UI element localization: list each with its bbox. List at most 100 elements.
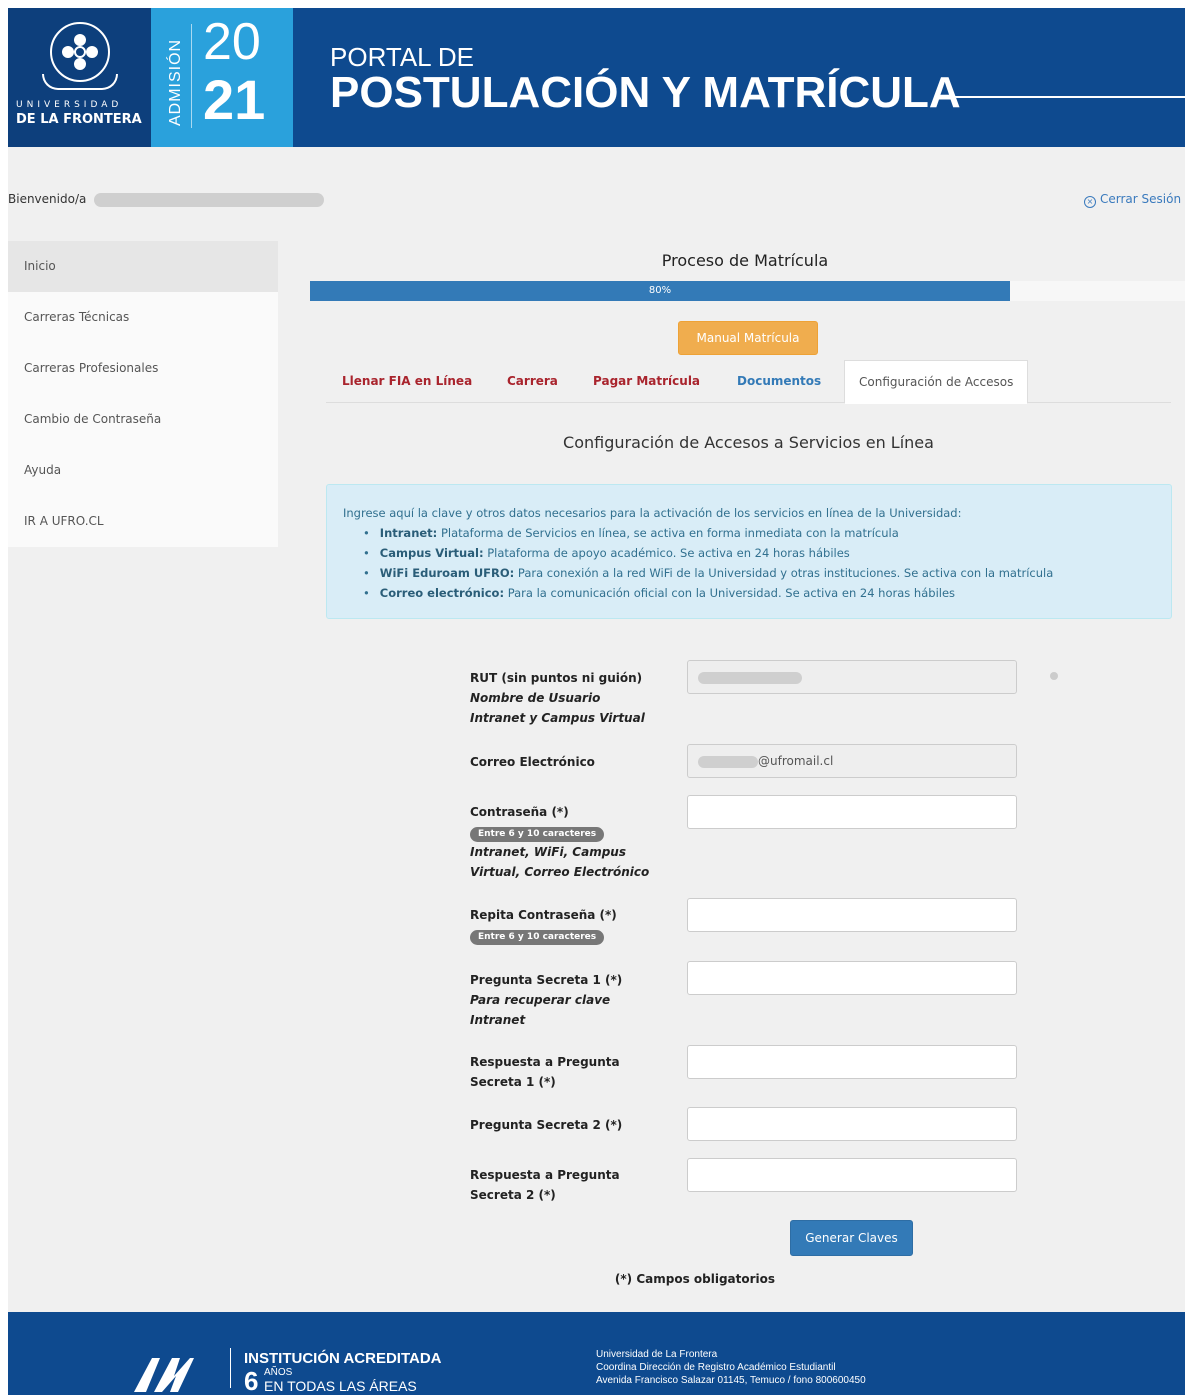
year-bottom: 21 xyxy=(203,68,266,131)
welcome-message: Bienvenido/a xyxy=(8,192,325,207)
redacted-rut xyxy=(698,671,802,684)
list-item: Intranet: Plataforma de Servicios en lín… xyxy=(363,523,1155,543)
redacted-email-user xyxy=(698,755,758,768)
logout-label: Cerrar Sesión xyxy=(1100,192,1182,206)
year-divider xyxy=(191,24,192,128)
title-rule xyxy=(944,96,1185,98)
university-seal-icon xyxy=(50,22,110,82)
info-list: Intranet: Plataforma de Servicios en lín… xyxy=(343,523,1155,603)
section-title: Configuración de Accesos a Servicios en … xyxy=(563,433,934,452)
address-line-1: Universidad de La Frontera xyxy=(596,1349,718,1360)
sidebar-item-ayuda[interactable]: Ayuda xyxy=(8,445,278,496)
accreditation-areas: EN TODAS LAS ÁREAS xyxy=(264,1378,417,1394)
password-length-badge: Entre 6 y 10 caracteres xyxy=(470,827,605,842)
university-name-top: UNIVERSIDAD xyxy=(16,100,123,110)
answer1-input[interactable] xyxy=(687,1045,1017,1079)
manual-matricula-button[interactable]: Manual Matrícula xyxy=(678,321,818,355)
sidebar-item-inicio[interactable]: Inicio xyxy=(8,241,278,292)
answer2-input[interactable] xyxy=(687,1158,1017,1192)
rut-label-text: RUT (sin puntos ni guión) xyxy=(470,671,643,685)
question2-input[interactable] xyxy=(687,1107,1017,1141)
welcome-label: Bienvenido/a xyxy=(8,192,87,206)
sidebar-item-cambio-contrasena[interactable]: Cambio de Contraseña xyxy=(8,394,278,445)
service-name: Intranet: xyxy=(379,526,438,540)
tab-documentos[interactable]: Documentos xyxy=(737,360,821,403)
sidebar-item-ir-ufro[interactable]: IR A UFRO.CL xyxy=(8,496,278,547)
email-input[interactable]: @ufromail.cl xyxy=(687,744,1017,778)
accreditation-title: INSTITUCIÓN ACREDITADA xyxy=(244,1350,442,1367)
answer1-label-2: Secreta 1 (*) xyxy=(470,1075,556,1089)
required-fields-note: (*) Campos obligatorios xyxy=(614,1272,776,1286)
password-repeat-label-text: Repita Contraseña (*) xyxy=(470,908,617,922)
service-desc: Para conexión a la red WiFi de la Univer… xyxy=(517,566,1054,580)
password-label-text: Contraseña (*) xyxy=(470,805,569,819)
progress-bar: 80% xyxy=(310,281,1185,301)
service-name: Campus Virtual: xyxy=(379,546,484,560)
address-line-3: Avenida Francisco Salazar 01145, Temuco … xyxy=(596,1375,866,1386)
rut-sub2: Intranet y Campus Virtual xyxy=(470,711,645,725)
rut-label: RUT (sin puntos ni guión) Nombre de Usua… xyxy=(470,668,670,728)
question1-sub1: Para recuperar clave xyxy=(470,993,611,1007)
answer1-label: Respuesta a Pregunta Secreta 1 (*) xyxy=(470,1052,670,1092)
info-dot-icon xyxy=(1050,672,1058,680)
service-desc: Plataforma de apoyo académico. Se activa… xyxy=(487,546,850,560)
seal-ribbon-icon xyxy=(42,74,118,90)
password-repeat-input[interactable] xyxy=(687,898,1017,932)
process-title: Proceso de Matrícula xyxy=(661,251,829,270)
tab-pagar-matricula[interactable]: Pagar Matrícula xyxy=(593,360,700,403)
password-repeat-label: Repita Contraseña (*) Entre 6 y 10 carac… xyxy=(470,905,670,945)
service-name: Correo electrónico: xyxy=(379,586,505,600)
password-sub2: Virtual, Correo Electrónico xyxy=(470,865,650,879)
question1-sub2: Intranet xyxy=(470,1013,526,1027)
answer1-label-1: Respuesta a Pregunta xyxy=(470,1055,620,1069)
answer2-label-2: Secreta 2 (*) xyxy=(470,1188,556,1202)
list-item: Correo electrónico: Para la comunicación… xyxy=(363,583,1155,603)
tab-configuracion-accesos[interactable]: Configuración de Accesos xyxy=(844,360,1029,404)
service-desc: Plataforma de Servicios en línea, se act… xyxy=(440,526,899,540)
sidebar-item-carreras-profesionales[interactable]: Carreras Profesionales xyxy=(8,343,278,394)
footer-divider xyxy=(230,1348,231,1388)
password-repeat-length-badge: Entre 6 y 10 caracteres xyxy=(470,930,605,945)
accreditation-years-number: 6 xyxy=(244,1366,259,1395)
answer2-label-1: Respuesta a Pregunta xyxy=(470,1168,620,1182)
tab-bar: Llenar FIA en Línea Carrera Pagar Matríc… xyxy=(326,360,1171,404)
list-item: WiFi Eduroam UFRO: Para conexión a la re… xyxy=(363,563,1155,583)
password-label: Contraseña (*) Entre 6 y 10 caracteres I… xyxy=(470,802,670,882)
university-name-bottom: DE LA FRONTERA xyxy=(16,112,142,127)
email-label: Correo Electrónico xyxy=(470,755,595,769)
admision-label: ADMISIÓN xyxy=(167,38,184,126)
footer-address: Universidad de La Frontera Coordina Dire… xyxy=(596,1348,866,1387)
site-footer: INSTITUCIÓN ACREDITADA 6 AÑOS EN TODAS L… xyxy=(8,1312,1185,1395)
progress-fill: 80% xyxy=(310,281,1010,301)
question1-label: Pregunta Secreta 1 (*) Para recuperar cl… xyxy=(470,970,670,1030)
redacted-user-name xyxy=(94,192,325,207)
tab-carrera[interactable]: Carrera xyxy=(507,360,558,403)
email-domain: @ufromail.cl xyxy=(758,754,834,768)
rut-sub1: Nombre de Usuario xyxy=(470,691,601,705)
accreditation-years-label: AÑOS xyxy=(264,1367,293,1378)
list-item: Campus Virtual: Plataforma de apoyo acad… xyxy=(363,543,1155,563)
password-input[interactable] xyxy=(687,795,1017,829)
address-line-2: Coordina Dirección de Registro Académico… xyxy=(596,1362,836,1373)
site-header: UNIVERSIDAD DE LA FRONTERA ADMISIÓN 20 2… xyxy=(8,8,1185,147)
close-circle-icon: × xyxy=(1084,196,1096,208)
sidebar-item-carreras-tecnicas[interactable]: Carreras Técnicas xyxy=(8,292,278,343)
info-alert: Ingrese aquí la clave y otros datos nece… xyxy=(326,484,1172,619)
service-name: WiFi Eduroam UFRO: xyxy=(379,566,515,580)
admission-year-badge: ADMISIÓN 20 21 xyxy=(151,8,293,147)
password-sub1: Intranet, WiFi, Campus xyxy=(470,845,626,859)
question2-label: Pregunta Secreta 2 (*) xyxy=(470,1118,623,1132)
portal-title: POSTULACIÓN Y MATRÍCULA xyxy=(330,68,961,117)
year-top: 20 xyxy=(203,13,261,71)
info-intro: Ingrese aquí la clave y otros datos nece… xyxy=(343,506,962,520)
logout-link[interactable]: × Cerrar Sesión xyxy=(1084,192,1181,208)
tab-llenar-fia[interactable]: Llenar FIA en Línea xyxy=(342,360,472,403)
generar-claves-button[interactable]: Generar Claves xyxy=(790,1220,913,1256)
question1-input[interactable] xyxy=(687,961,1017,995)
answer2-label: Respuesta a Pregunta Secreta 2 (*) xyxy=(470,1165,670,1205)
page-frame: UNIVERSIDAD DE LA FRONTERA ADMISIÓN 20 2… xyxy=(8,8,1185,1395)
service-desc: Para la comunicación oficial con la Univ… xyxy=(507,586,956,600)
university-logo[interactable]: UNIVERSIDAD DE LA FRONTERA xyxy=(8,8,151,147)
accreditation-logo-icon xyxy=(134,1358,194,1392)
rut-input[interactable] xyxy=(687,660,1017,694)
